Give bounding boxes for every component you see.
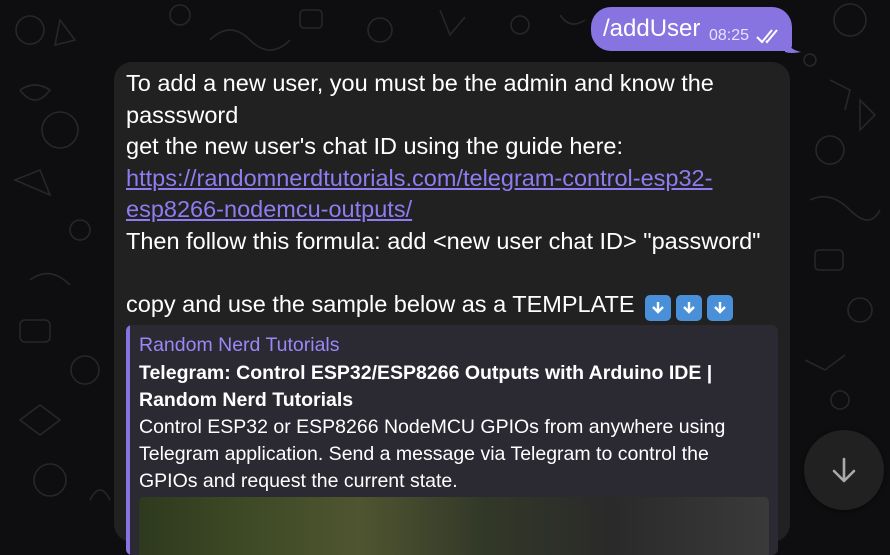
emoji-group (645, 294, 734, 321)
double-check-icon (756, 29, 778, 44)
preview-title-line: Telegram: Control ESP32/ESP8266 Outputs … (139, 362, 713, 384)
preview-site-name: Random Nerd Tutorials (139, 334, 340, 356)
preview-accent-bar (126, 325, 130, 555)
scroll-down-button[interactable] (804, 430, 884, 510)
preview-title-line: Random Nerd Tutorials (139, 389, 354, 411)
message-line: Then follow this formula: add <new user … (126, 227, 761, 254)
bubble-tail (785, 37, 801, 53)
down-arrow-emoji-icon (676, 294, 703, 321)
outgoing-message-text: /addUser (603, 15, 701, 42)
incoming-message-text: To add a new user, you must be the admin… (126, 68, 782, 321)
guide-link[interactable]: https://randomnerdtutorials.com/telegram… (126, 165, 712, 191)
outgoing-message-bubble[interactable]: /addUser 08:25 (591, 7, 792, 51)
message-timestamp: 08:25 (709, 27, 750, 44)
preview-description: Control ESP32 or ESP8266 NodeMCU GPIOs f… (139, 414, 764, 495)
incoming-message-bubble[interactable]: To add a new user, you must be the admin… (114, 62, 790, 555)
message-line: copy and use the sample below as a TEMPL… (126, 290, 635, 317)
message-line: To add a new user, you must be the admin… (126, 70, 714, 96)
down-arrow-emoji-icon (645, 294, 672, 321)
message-line: get the new user's chat ID using the gui… (126, 133, 623, 159)
down-arrow-emoji-icon (707, 294, 734, 321)
preview-desc-line: GPIOs and request the current state. (139, 470, 458, 492)
preview-desc-line: Control ESP32 or ESP8266 NodeMCU GPIOs f… (139, 416, 726, 438)
arrow-down-icon (832, 457, 856, 483)
preview-title: Telegram: Control ESP32/ESP8266 Outputs … (139, 360, 759, 414)
message-line: passsword (126, 101, 239, 128)
link-preview[interactable]: Random Nerd Tutorials Telegram: Control … (126, 325, 778, 555)
preview-desc-line: Telegram application. Send a message via… (139, 443, 709, 465)
preview-image[interactable] (139, 497, 769, 555)
guide-link-continued[interactable]: esp8266-nodemcu-outputs/ (126, 196, 412, 222)
